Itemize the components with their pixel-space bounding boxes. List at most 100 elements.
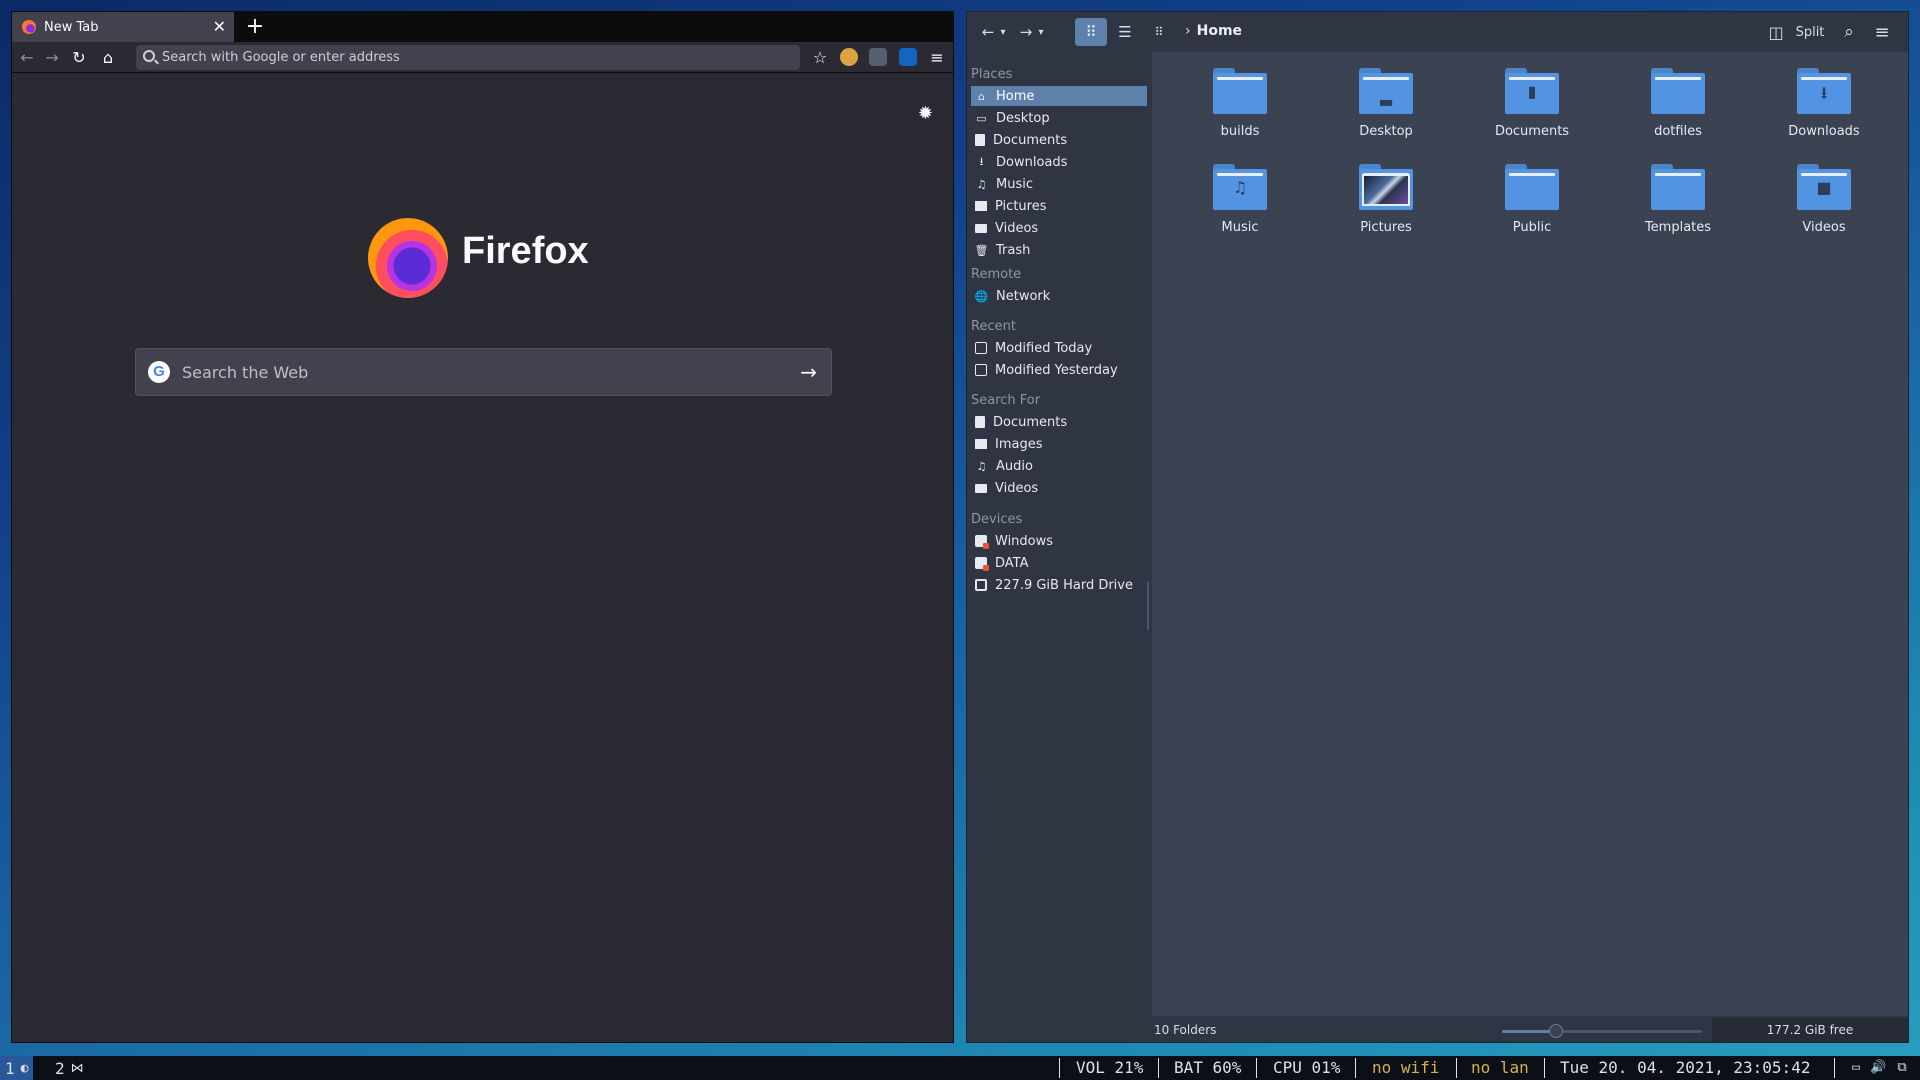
sidebar-item-label: Network	[996, 288, 1051, 304]
home-icon[interactable]: ⌂	[97, 46, 119, 68]
videos-folder-icon: ■	[1797, 164, 1851, 210]
thumbnail-preview	[1362, 174, 1410, 206]
window-tray-icon[interactable]: ⧉	[1894, 1060, 1910, 1076]
sidebar-item-search-videos[interactable]: Videos	[971, 478, 1147, 498]
documents-folder-icon: ▮	[1505, 68, 1559, 114]
download-glyph: ⭳	[1821, 83, 1827, 102]
sidebar-item-search-documents[interactable]: Documents	[971, 412, 1147, 432]
google-icon: G	[148, 361, 170, 383]
back-icon[interactable]: ←	[16, 46, 38, 68]
sidebar-item-label: Windows	[995, 533, 1054, 549]
forward-icon[interactable]: →	[41, 46, 63, 68]
divider	[1544, 1058, 1545, 1078]
sidebar-item-label: DATA	[995, 555, 1029, 571]
web-search-placeholder: Search the Web	[182, 362, 309, 382]
folder-downloads[interactable]: ⭳ Downloads	[1754, 60, 1894, 150]
folder-dotfiles[interactable]: dotfiles	[1608, 60, 1748, 150]
battery-indicator: BAT 60%	[1174, 1058, 1242, 1077]
extension-bitwarden-icon[interactable]	[899, 48, 917, 66]
back-history-icon[interactable]: ▾	[997, 18, 1009, 46]
sidebar-item-label: Modified Yesterday	[995, 362, 1118, 378]
new-tab-page: ✹ Firefox G Search the Web →	[12, 74, 953, 1042]
folder-public[interactable]: Public	[1462, 156, 1602, 246]
zoom-slider-handle[interactable]	[1549, 1024, 1563, 1038]
search-icon[interactable]: ⌕	[1837, 18, 1861, 46]
sidebar-item-network[interactable]: 🌐 Network	[971, 286, 1147, 306]
folder-view: builds ▬ Desktop ▮ Documents dotfiles ⭳ …	[1152, 52, 1908, 1016]
navigation-toolbar: ← → ↻ ⌂ Search with Google or enter addr…	[12, 42, 953, 73]
divider	[1158, 1058, 1159, 1078]
gear-icon[interactable]: ✹	[918, 103, 933, 124]
calendar-icon	[975, 364, 987, 376]
tab-new-tab[interactable]: New Tab ✕	[12, 12, 234, 42]
places-panel: Places ⌂ Home ▭ Desktop Documents ⭳ Downloa…	[967, 52, 1151, 1042]
workspace-2-button[interactable]: 2 ⋈	[50, 1056, 89, 1080]
display-tray-icon[interactable]: ▭	[1848, 1060, 1864, 1076]
sidebar-item-videos[interactable]: Videos	[971, 218, 1147, 238]
close-tab-icon[interactable]: ✕	[213, 17, 226, 36]
details-view-icon[interactable]: ☰	[1111, 18, 1139, 46]
web-search-input[interactable]: G Search the Web →	[135, 348, 832, 396]
file-manager-statusbar: 10 Folders 177.2 GiB free	[1152, 1018, 1908, 1042]
panel-splitter[interactable]	[1147, 582, 1149, 630]
app-menu-icon[interactable]: ≡	[926, 46, 948, 68]
sidebar-item-documents[interactable]: Documents	[971, 130, 1147, 150]
workspace-1-button[interactable]: 1 ◐	[0, 1056, 34, 1080]
sidebar-item-pictures[interactable]: Pictures	[971, 196, 1147, 216]
zoom-slider[interactable]	[1502, 1024, 1702, 1038]
sidebar-item-desktop[interactable]: ▭ Desktop	[971, 108, 1147, 128]
globe-icon: 🌐	[974, 289, 989, 303]
extension-shield-icon[interactable]	[869, 48, 887, 66]
file-manager-window: ← ▾ → ▾ ⠿ ☰ ⠿ › Home ◫ Split ⌕ ≡ Places ⌂…	[966, 11, 1909, 1043]
sidebar-item-music[interactable]: ♫ Music	[971, 174, 1147, 194]
sidebar-item-downloads[interactable]: ⭳ Downloads	[971, 152, 1147, 172]
sidebar-item-label: Images	[995, 436, 1043, 452]
back-icon[interactable]: ←	[979, 18, 997, 46]
folder-pictures[interactable]: Pictures	[1316, 156, 1456, 246]
extension-privacy-badger-icon[interactable]	[840, 48, 858, 66]
hamburger-menu-icon[interactable]: ≡	[1870, 18, 1894, 46]
sidebar-item-label: Desktop	[996, 110, 1050, 126]
folder-desktop[interactable]: ▬ Desktop	[1316, 60, 1456, 150]
document-icon	[975, 416, 985, 428]
address-bar[interactable]: Search with Google or enter address	[136, 45, 800, 70]
split-button[interactable]: Split	[1793, 18, 1827, 46]
breadcrumb[interactable]: › Home	[1185, 23, 1242, 39]
tab-strip: New Tab ✕ +	[12, 12, 953, 42]
file-manager-toolbar: ← ▾ → ▾ ⠿ ☰ ⠿ › Home ◫ Split ⌕ ≡	[967, 12, 1908, 52]
firefox-wordmark: Firefox	[462, 230, 589, 272]
sidebar-item-label: Pictures	[995, 198, 1047, 214]
image-icon	[975, 439, 987, 449]
reload-icon[interactable]: ↻	[68, 46, 90, 68]
sidebar-item-search-audio[interactable]: ♫ Audio	[971, 456, 1147, 476]
compact-view-icon[interactable]: ⠿	[1145, 18, 1173, 46]
sidebar-item-data[interactable]: DATA	[971, 553, 1147, 573]
sidebar-item-home[interactable]: ⌂ Home	[971, 86, 1147, 106]
clock: Tue 20. 04. 2021, 23:05:42	[1560, 1058, 1811, 1077]
folder-documents[interactable]: ▮ Documents	[1462, 60, 1602, 150]
free-space-label[interactable]: 177.2 GiB free	[1712, 1018, 1908, 1042]
new-tab-button[interactable]: +	[243, 14, 267, 39]
sidebar-item-trash[interactable]: 🗑 Trash	[971, 240, 1147, 260]
sidebar-item-modified-today[interactable]: Modified Today	[971, 338, 1147, 358]
desktop-icon: ▭	[976, 111, 987, 125]
forward-icon[interactable]: →	[1017, 18, 1035, 46]
sidebar-item-modified-yesterday[interactable]: Modified Yesterday	[971, 360, 1147, 380]
sidebar-item-hard-drive[interactable]: 227.9 GiB Hard Drive	[971, 575, 1147, 595]
sidebar-item-windows[interactable]: Windows	[971, 531, 1147, 551]
folder-builds[interactable]: builds	[1170, 60, 1310, 150]
volume-tray-icon[interactable]: 🔊	[1870, 1060, 1886, 1076]
folder-templates[interactable]: Templates	[1608, 156, 1748, 246]
breadcrumb-home[interactable]: Home	[1197, 23, 1242, 39]
folder-videos[interactable]: ■ Videos	[1754, 156, 1894, 246]
desktop-folder-icon: ▬	[1359, 68, 1413, 114]
split-view-icon[interactable]: ◫	[1764, 18, 1788, 46]
folder-music[interactable]: ♫ Music	[1170, 156, 1310, 246]
document-icon	[975, 134, 985, 146]
forward-history-icon[interactable]: ▾	[1035, 18, 1047, 46]
sidebar-item-search-images[interactable]: Images	[971, 434, 1147, 454]
bookmarks-star-icon[interactable]: ☆	[809, 46, 831, 68]
icons-view-icon[interactable]: ⠿	[1075, 18, 1107, 46]
zoom-slider-fill	[1502, 1030, 1556, 1033]
search-submit-arrow-icon[interactable]: →	[800, 360, 817, 384]
